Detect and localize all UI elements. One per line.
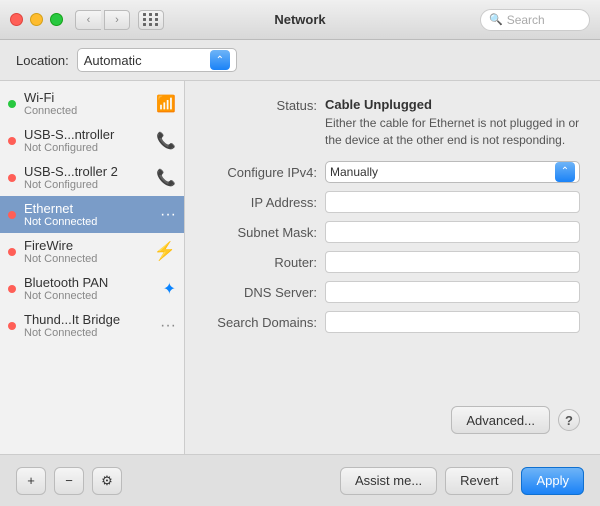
advanced-button[interactable]: Advanced... [451,406,550,434]
location-dropdown[interactable]: Automatic ⌃ [77,48,237,72]
search-placeholder: Search [507,13,545,27]
status-dot-wifi [8,100,16,108]
location-dropdown-arrow: ⌃ [210,50,230,70]
minimize-button[interactable] [30,13,43,26]
status-dot-thunderbolt [8,322,16,330]
router-label: Router: [205,254,325,270]
status-row: Status: Cable Unplugged Either the cable… [205,97,580,149]
router-input[interactable] [325,251,580,273]
sidebar-item-wifi[interactable]: Wi-Fi Connected 📶 [0,85,184,122]
configure-label: Configure IPv4: [205,164,325,180]
phone-icon-1: 📞 [156,131,176,151]
nav-buttons: ‹ › [75,10,130,30]
sidebar-item-ethernet-status: Not Connected [24,216,152,228]
firewire-icon: ⚡ [154,241,176,262]
sidebar-item-firewire[interactable]: FireWire Not Connected ⚡ [0,233,184,270]
search-domains-label: Search Domains: [205,314,325,330]
location-bar: Location: Automatic ⌃ [0,40,600,81]
location-value: Automatic [84,53,206,68]
grid-view-button[interactable] [138,10,164,30]
subnet-mask-input[interactable] [325,221,580,243]
remove-connection-button[interactable]: − [54,467,84,495]
dns-row: DNS Server: [205,281,580,303]
grid-icon [143,13,159,26]
sidebar-item-bluetooth-status: Not Connected [24,290,155,302]
search-domains-input[interactable] [325,311,580,333]
sidebar-item-firewire-status: Not Connected [24,253,146,265]
bottom-bar: + − ⚙ Assist me... Revert Apply [0,454,600,506]
status-dot-usb1 [8,137,16,145]
action-buttons: Assist me... Revert Apply [340,467,584,495]
sidebar-item-usb2-status: Not Configured [24,179,148,191]
apply-button[interactable]: Apply [521,467,584,495]
close-button[interactable] [10,13,23,26]
sidebar-item-thunderbolt[interactable]: Thund...It Bridge Not Connected ··· [0,307,184,344]
sidebar-item-bluetooth-name: Bluetooth PAN [24,275,155,290]
spacer [205,341,580,406]
sidebar-item-thunderbolt-name: Thund...It Bridge [24,312,152,327]
phone-icon-2: 📞 [156,168,176,188]
search-icon: 🔍 [489,13,503,26]
sidebar-item-usb2[interactable]: USB-S...troller 2 Not Configured 📞 [0,159,184,196]
location-label: Location: [16,53,69,68]
sidebar-item-ethernet-name: Ethernet [24,201,152,216]
sidebar-item-usb2-name: USB-S...troller 2 [24,164,148,179]
back-button[interactable]: ‹ [75,10,101,30]
settings-button[interactable]: ⚙ [92,467,122,495]
sidebar-item-bluetooth[interactable]: Bluetooth PAN Not Connected ✦ [0,270,184,307]
sidebar-item-thunderbolt-status: Not Connected [24,327,152,339]
help-button[interactable]: ? [558,409,580,431]
sidebar-item-wifi-name: Wi-Fi [24,90,148,105]
configure-value: Manually [330,165,551,179]
maximize-button[interactable] [50,13,63,26]
sidebar-item-firewire-name: FireWire [24,238,146,253]
configure-dropdown-arrow: ⌃ [555,162,575,182]
ip-label: IP Address: [205,194,325,210]
window-title: Network [274,12,325,27]
thunderbolt-icon: ··· [160,317,176,335]
sidebar-item-wifi-status: Connected [24,105,148,117]
forward-button[interactable]: › [104,10,130,30]
title-bar: ‹ › Network 🔍 Search [0,0,600,40]
add-connection-button[interactable]: + [16,467,46,495]
sidebar-item-usb1-status: Not Configured [24,142,148,154]
status-value: Cable Unplugged [325,97,580,112]
router-row: Router: [205,251,580,273]
status-dot-bluetooth [8,285,16,293]
subnet-mask-row: Subnet Mask: [205,221,580,243]
dns-label: DNS Server: [205,284,325,300]
status-dot-firewire [8,248,16,256]
sidebar: Wi-Fi Connected 📶 USB-S...ntroller Not C… [0,81,185,454]
sidebar-item-usb1[interactable]: USB-S...ntroller Not Configured 📞 [0,122,184,159]
configure-ipv4-dropdown[interactable]: Manually ⌃ [325,161,580,183]
ip-address-input[interactable] [325,191,580,213]
sidebar-item-usb1-name: USB-S...ntroller [24,127,148,142]
dns-input[interactable] [325,281,580,303]
assist-button[interactable]: Assist me... [340,467,437,495]
search-box[interactable]: 🔍 Search [480,9,590,31]
status-dot-ethernet [8,211,16,219]
bluetooth-icon: ✦ [163,279,176,299]
status-dot-usb2 [8,174,16,182]
ip-address-row: IP Address: [205,191,580,213]
configure-row: Configure IPv4: Manually ⌃ [205,161,580,183]
traffic-lights [10,13,63,26]
sidebar-item-ethernet[interactable]: Ethernet Not Connected ··· [0,196,184,233]
ethernet-icon: ··· [160,206,176,224]
main-content: Wi-Fi Connected 📶 USB-S...ntroller Not C… [0,81,600,454]
revert-button[interactable]: Revert [445,467,513,495]
wifi-icon: 📶 [156,94,176,114]
status-label: Status: [205,97,325,113]
detail-panel: Status: Cable Unplugged Either the cable… [185,81,600,454]
subnet-label: Subnet Mask: [205,224,325,240]
sidebar-controls: + − ⚙ [16,467,122,495]
status-description: Either the cable for Ethernet is not plu… [325,115,580,149]
search-domains-row: Search Domains: [205,311,580,333]
